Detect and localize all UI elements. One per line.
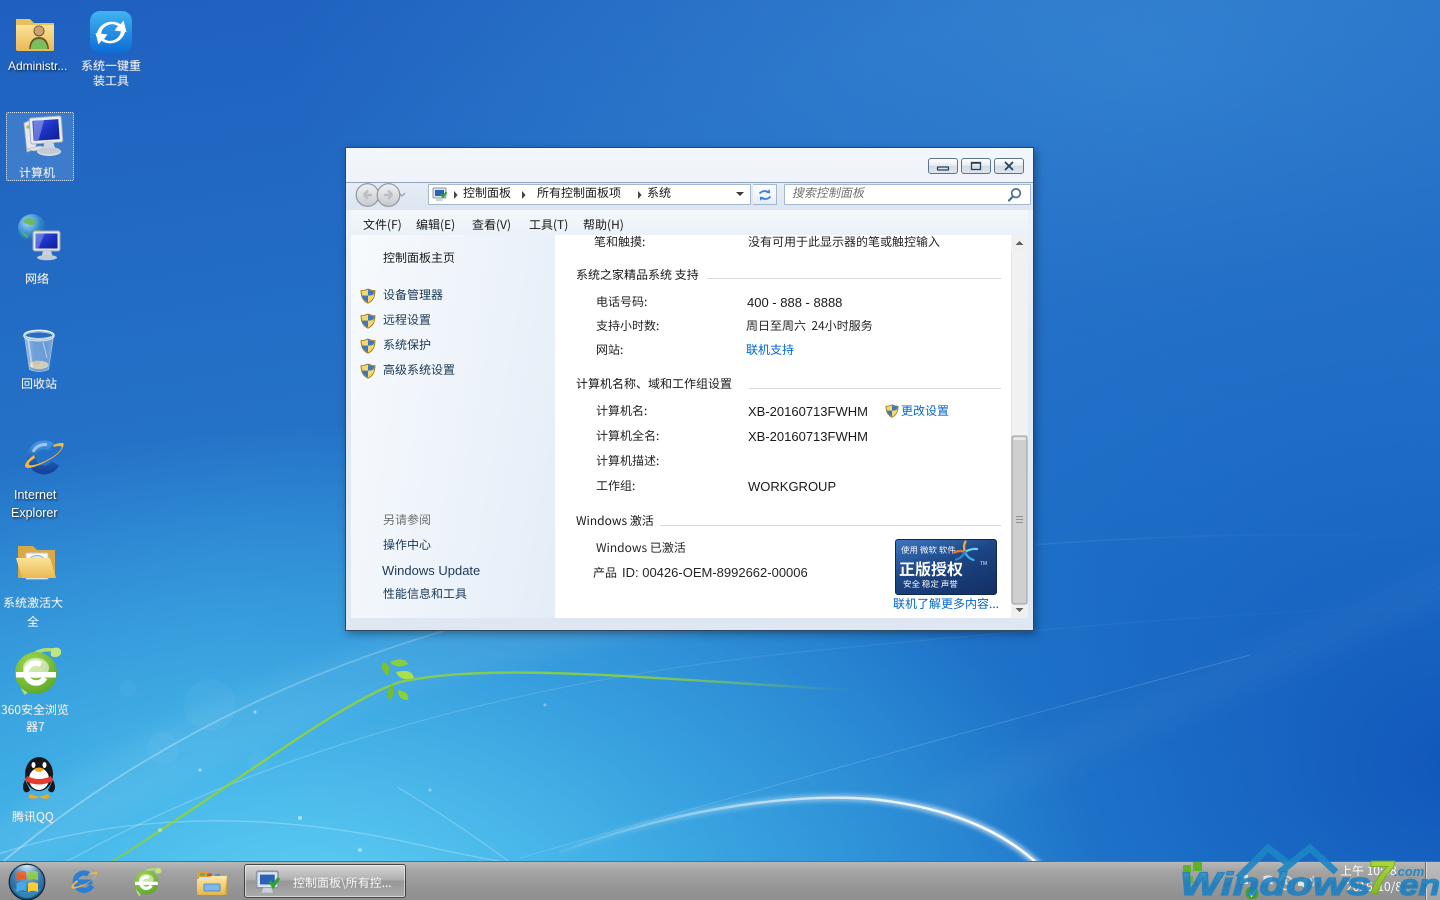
svg-text:7: 7: [1367, 851, 1395, 900]
svg-text:.com: .com: [1394, 864, 1425, 879]
svg-text:Windows: Windows: [1180, 866, 1371, 900]
svg-text:TM: TM: [980, 561, 987, 567]
